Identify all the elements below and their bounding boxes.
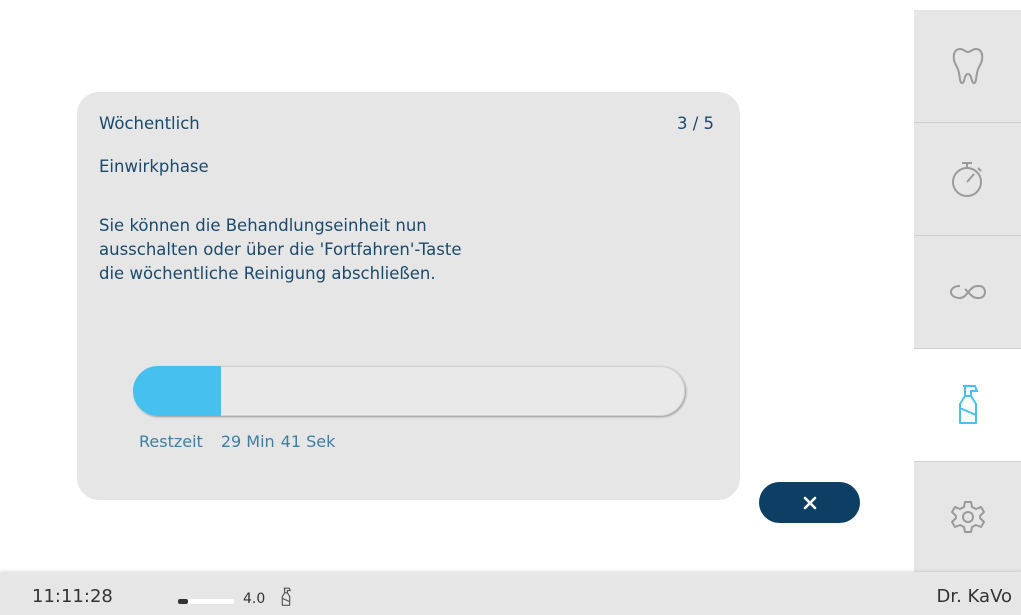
spray-bottle-icon	[958, 385, 978, 424]
tooth-icon	[952, 47, 983, 85]
progress-bar	[133, 366, 685, 416]
sidebar-item-settings[interactable]	[914, 462, 1021, 572]
sidebar-item-continuous[interactable]	[914, 236, 1021, 348]
instruction-message: Sie können die Behandlungseinheit nun au…	[99, 214, 659, 286]
remaining-label: Restzeit	[139, 432, 203, 451]
step-counter: 3 / 5	[676, 114, 714, 133]
clock: 11:11:28	[32, 586, 113, 607]
cleaning-dialog: Wöchentlich 3 / 5 Einwirkphase Sie könne…	[77, 92, 740, 500]
phase-label: Einwirkphase	[99, 157, 209, 176]
stopwatch-icon	[951, 162, 982, 197]
sidebar-item-tooth[interactable]	[914, 10, 1021, 122]
remaining-minutes: 29 Min	[220, 432, 275, 451]
dialog-title: Wöchentlich	[99, 114, 200, 133]
infinity-icon	[949, 284, 986, 300]
remaining-time: Restzeit 29 Min 41 Sek	[139, 432, 335, 451]
close-icon	[803, 496, 816, 509]
version-value: 4.0	[243, 591, 266, 607]
message-line: die wöchentliche Reinigung abschließen.	[99, 264, 436, 283]
status-bottle	[280, 587, 292, 611]
user-name[interactable]: Dr. KaVo	[937, 586, 1013, 607]
level-indicator-fill	[178, 599, 189, 604]
spray-bottle-icon	[281, 587, 292, 606]
level-indicator	[178, 599, 234, 604]
right-sidebar	[914, 10, 1021, 572]
close-button[interactable]	[759, 482, 860, 523]
message-line: Sie können die Behandlungseinheit nun	[99, 216, 427, 235]
gear-icon	[950, 501, 985, 533]
remaining-seconds: 41 Sek	[280, 432, 336, 451]
sidebar-item-timer[interactable]	[914, 123, 1021, 235]
sidebar-item-cleaning[interactable]	[914, 349, 1021, 461]
message-line: ausschalten oder über die 'Fortfahren'-T…	[99, 240, 462, 259]
status-bar: 11:11:28 4.0 Dr. KaVo	[0, 572, 1021, 615]
progress-fill	[133, 366, 222, 416]
